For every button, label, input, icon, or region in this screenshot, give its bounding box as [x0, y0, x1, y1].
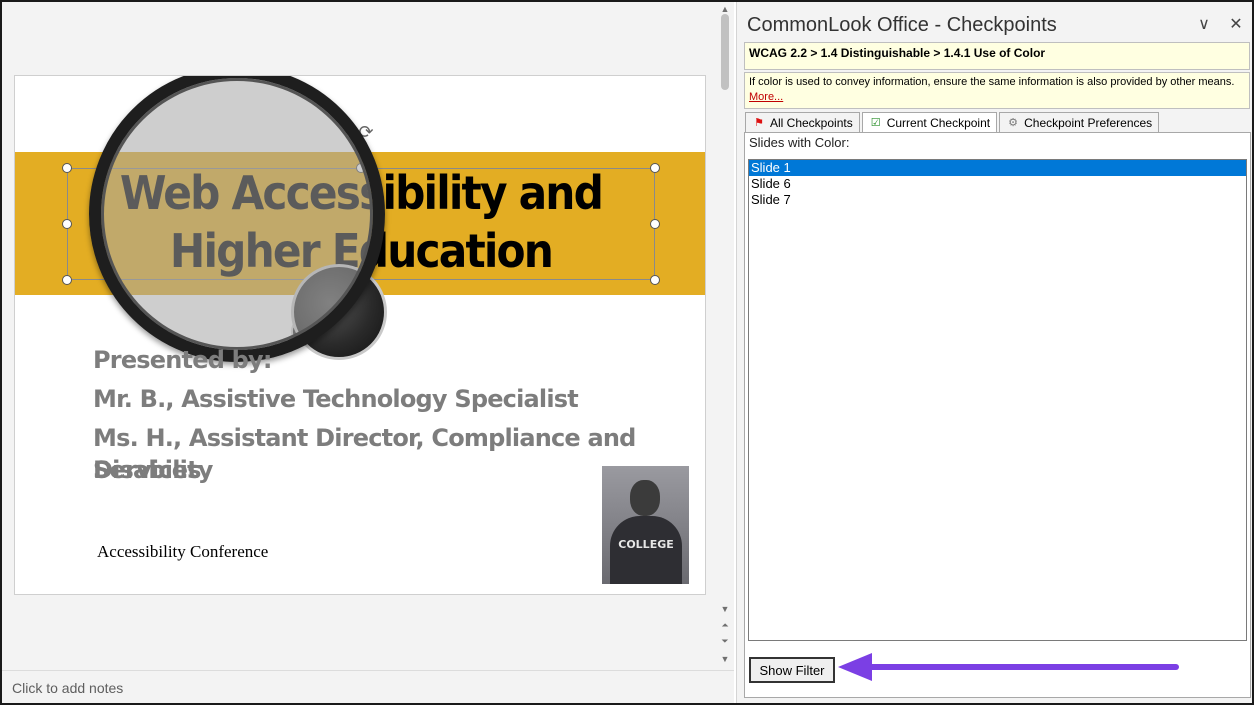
notes-pane[interactable]: Click to add notes [2, 670, 734, 703]
tab-label-current: Current Checkpoint [886, 116, 991, 130]
pane-title: CommonLook Office - Checkpoints [747, 14, 1057, 36]
list-item[interactable]: Slide 1 [749, 160, 1246, 176]
magnifier-glass-icon [89, 76, 385, 362]
resize-handle-bottom-left[interactable] [62, 275, 72, 285]
commonlook-pane: CommonLook Office - Checkpoints ∨ ✕ WCAG… [736, 2, 1252, 703]
presenter-photo[interactable]: COLLEGE [602, 466, 689, 584]
tab-checkpoint-preferences[interactable]: ⚙ Checkpoint Preferences [999, 112, 1160, 132]
photo-head [630, 480, 660, 516]
list-item[interactable]: Slide 7 [749, 192, 1246, 208]
scroll-up-icon[interactable]: ▲ [720, 4, 730, 14]
pane-tabs: ⚑ All Checkpoints ☑ Current Checkpoint ⚙… [745, 112, 1161, 133]
notes-placeholder[interactable]: Click to add notes [12, 680, 123, 696]
show-filter-button[interactable]: Show Filter [749, 657, 835, 683]
next-slide-icon[interactable]: ⏷ [720, 636, 730, 646]
resize-handle-top-right[interactable] [650, 163, 660, 173]
presenter-line-2[interactable]: Mr. B., Assistive Technology Specialist [93, 383, 579, 415]
checkpoint-breadcrumb: WCAG 2.2 > 1.4 Distinguishable > 1.4.1 U… [744, 42, 1250, 70]
conference-text[interactable]: Accessibility Conference [97, 542, 268, 562]
scroll-down-icon[interactable]: ▼ [720, 604, 730, 614]
current-checkpoint-icon: ☑ [870, 117, 881, 129]
slides-listbox[interactable]: Slide 1 Slide 6 Slide 7 [748, 159, 1247, 641]
checkpoint-description: If color is used to convey information, … [744, 72, 1250, 109]
scroll-bottom-icon[interactable]: ▼ [720, 654, 730, 664]
description-text: If color is used to convey information, … [749, 76, 1235, 88]
checkpoints-flag-icon: ⚑ [754, 116, 764, 129]
tab-label-all: All Checkpoints [770, 115, 853, 130]
resize-handle-top-left[interactable] [62, 163, 72, 173]
editor-scrollbar[interactable]: ▲ ▼ ⏶ ⏷ ▼ [718, 2, 732, 670]
resize-handle-bottom-right[interactable] [650, 275, 660, 285]
slide-editor: Web Accessibility and Higher Education ⟳… [2, 2, 734, 703]
slides-list-label: Slides with Color: [749, 135, 850, 150]
list-item[interactable]: Slide 6 [749, 176, 1246, 192]
tab-label-preferences: Checkpoint Preferences [1024, 115, 1153, 130]
photo-shirt-text: COLLEGE [618, 538, 674, 551]
tab-current-checkpoint[interactable]: ☑ Current Checkpoint [861, 112, 998, 133]
pane-options-chevron-icon[interactable]: ∨ [1194, 14, 1214, 34]
previous-slide-icon[interactable]: ⏶ [720, 620, 730, 630]
tab-all-checkpoints[interactable]: ⚑ All Checkpoints [745, 112, 860, 132]
more-link[interactable]: More... [749, 91, 783, 103]
preferences-gear-icon: ⚙ [1008, 116, 1019, 129]
current-checkpoint-panel: Slides with Color: Slide 1 Slide 6 Slide… [744, 132, 1251, 698]
resize-handle-middle-left[interactable] [62, 219, 72, 229]
callout-arrow-icon [838, 653, 1179, 681]
presenter-line-4[interactable]: Services [93, 454, 201, 486]
pane-close-icon[interactable]: ✕ [1226, 14, 1246, 34]
resize-handle-middle-right[interactable] [650, 219, 660, 229]
presenter-line-1[interactable]: Presented by: [93, 344, 272, 376]
scrollbar-thumb[interactable] [721, 14, 729, 90]
slide-canvas[interactable]: Web Accessibility and Higher Education ⟳… [14, 75, 706, 595]
